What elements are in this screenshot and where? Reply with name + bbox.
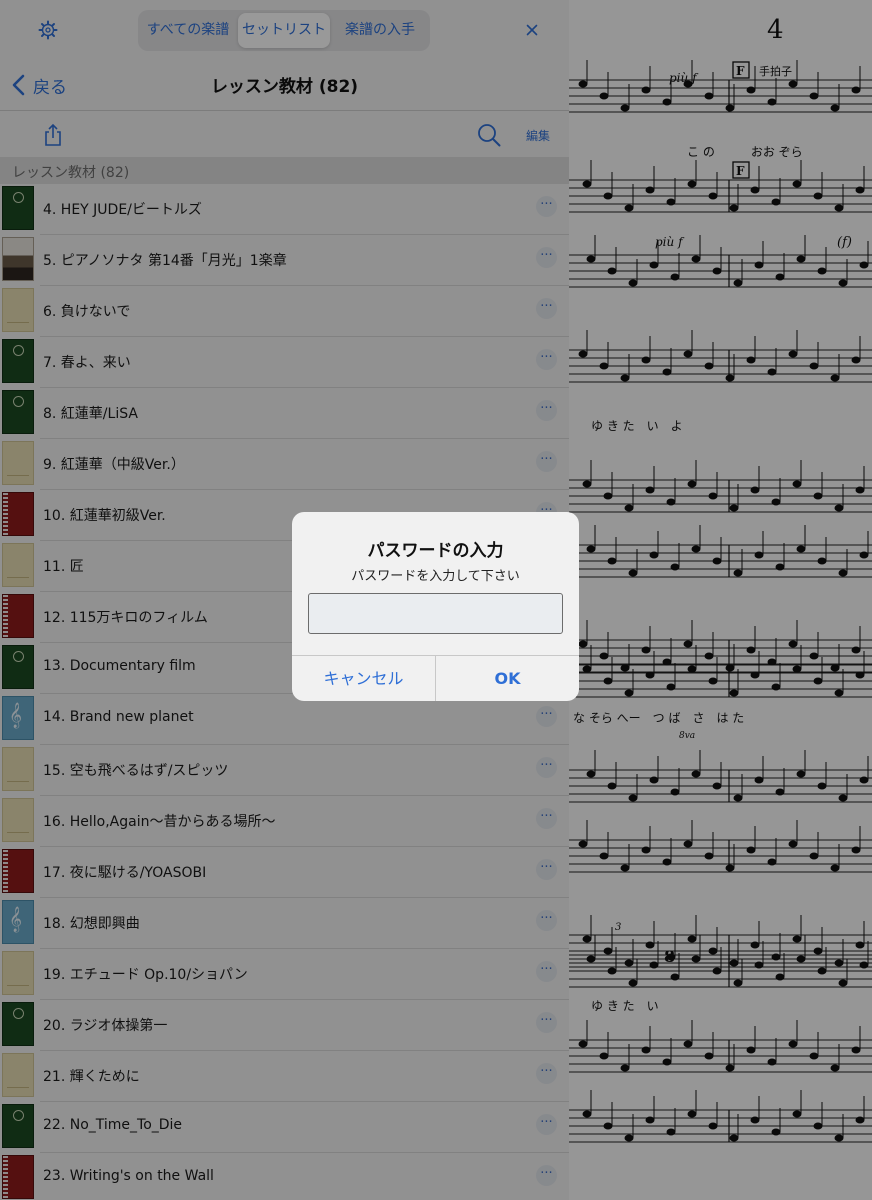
cancel-button[interactable]: キャンセル: [292, 656, 435, 701]
password-input[interactable]: [308, 593, 563, 634]
password-dialog: パスワードの入力 パスワードを入力して下さい キャンセル OK: [292, 512, 579, 701]
ok-button[interactable]: OK: [436, 656, 579, 701]
dialog-message: パスワードを入力して下さい: [351, 569, 520, 584]
dialog-title: パスワードの入力: [367, 541, 504, 561]
